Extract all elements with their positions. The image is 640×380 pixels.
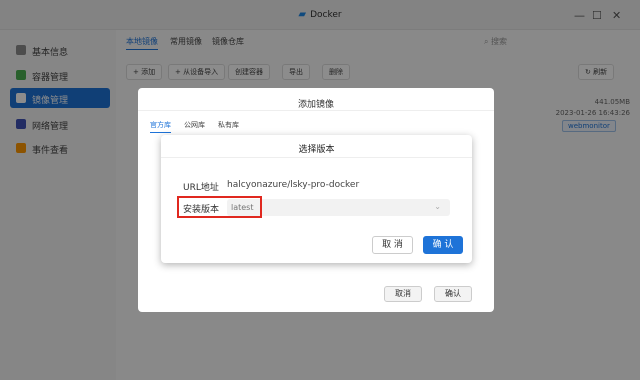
confirm-button[interactable]: 确 认: [423, 236, 463, 254]
url-label: URL地址: [183, 183, 219, 193]
add-dialog-confirm-button[interactable]: 确认: [434, 286, 472, 302]
dialog-title: 选择版本: [298, 145, 335, 155]
add-image-dialog-title: 添加镜像: [297, 100, 334, 110]
add-dialog-cancel-button[interactable]: 取消: [384, 286, 422, 302]
cancel-button[interactable]: 取 消: [372, 236, 413, 254]
annotation-highlight-box: [177, 196, 262, 218]
chevron-down-icon[interactable]: ⌄: [434, 202, 441, 211]
select-version-dialog: 选择版本 URL地址 halcyonazure/lsky-pro-docker …: [161, 135, 472, 263]
divider: [161, 157, 472, 158]
tab-public-library[interactable]: 公网库: [184, 120, 205, 130]
tab-official-library[interactable]: 官方库: [150, 120, 171, 133]
tab-private-library[interactable]: 私有库: [218, 120, 239, 130]
url-value: halcyonazure/lsky-pro-docker: [227, 180, 360, 190]
divider: [138, 110, 494, 111]
